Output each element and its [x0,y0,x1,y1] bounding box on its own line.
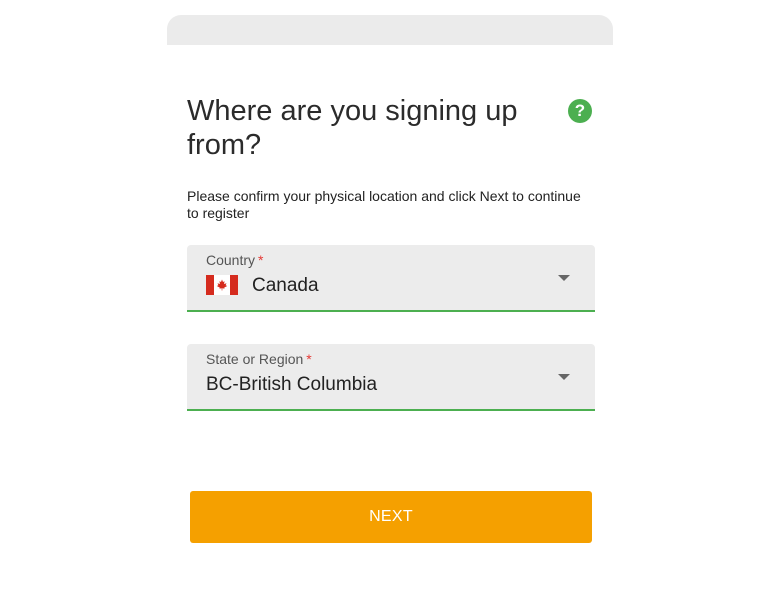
state-region-select[interactable]: State or Region * BC-British Columbia [187,344,595,411]
question-mark-icon[interactable]: ? [568,99,592,123]
country-select[interactable]: Country * Canada [187,245,595,312]
signup-location-page: Where are you signing up from? ? Please … [0,0,780,600]
chevron-down-icon [558,374,570,380]
instructions-text: Please confirm your physical location an… [187,188,581,221]
canada-flag-icon [206,275,238,295]
state-region-label: State or Region * [206,351,312,367]
required-marker: * [306,351,312,367]
country-value: Canada [252,275,319,296]
country-label: Country * [206,252,264,268]
required-marker: * [258,252,264,268]
next-button[interactable]: NEXT [190,491,592,543]
page-title: Where are you signing up from? [187,95,518,161]
card-header-strip [167,15,613,45]
chevron-down-icon [558,275,570,281]
state-region-value: BC-British Columbia [206,374,378,395]
